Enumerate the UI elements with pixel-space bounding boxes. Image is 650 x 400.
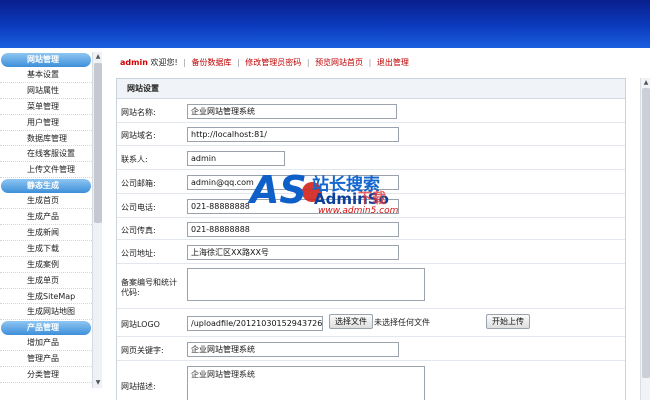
- sidebar-item-gen-sitemap[interactable]: 生成SiteMap: [0, 289, 92, 305]
- sidebar-item-gen-downloads[interactable]: 生成下载: [0, 241, 92, 257]
- keywords-label: 网页关键字:: [121, 346, 164, 355]
- top-navigation: admin 欢迎您! | 备份数据库 | 修改管理员密码 | 预览网站首页 | …: [120, 57, 409, 69]
- sidebar-menu: 网站管理 基本设置 网站属性 菜单管理 用户管理 数据库管理 在线客服设置 上传…: [0, 52, 92, 384]
- sidebar-item-user-management[interactable]: 用户管理: [0, 115, 92, 131]
- site-name-label: 网站名称:: [121, 108, 156, 117]
- backup-database-link[interactable]: 备份数据库: [191, 58, 231, 67]
- address-label: 公司地址:: [121, 249, 156, 258]
- main-scroll-thumb[interactable]: [642, 88, 650, 378]
- settings-panel: 网站设置 网站名称: 企业网站管理系统 网站域名: http://localho…: [116, 78, 626, 400]
- logo-label: 网站LOGO: [121, 320, 160, 329]
- nav-separator: |: [306, 58, 310, 67]
- sidebar-group-products[interactable]: 产品管理: [1, 321, 91, 336]
- sidebar-item-gen-products[interactable]: 生成产品: [0, 209, 92, 226]
- description-label: 网站描述:: [121, 382, 156, 391]
- watermark-mark: AS: [250, 168, 307, 212]
- icp-code-label: 备案编号和统计代码:: [121, 278, 177, 297]
- current-user: admin: [120, 58, 148, 67]
- row-site-domain: 网站域名: http://localhost:81/: [117, 123, 625, 146]
- logo-path-input[interactable]: /uploadfile/201210301529437266.png: [187, 316, 323, 331]
- choose-file-button[interactable]: 选择文件: [329, 314, 373, 329]
- row-contact: 联系人: admin: [117, 146, 625, 170]
- no-file-text: 未选择任何文件: [374, 318, 430, 327]
- sidebar-item-gen-site-map[interactable]: 生成网站地图: [0, 304, 92, 321]
- watermark-tag: 下载: [358, 191, 386, 207]
- top-banner: [0, 0, 650, 48]
- panel-title: 网站设置: [117, 79, 625, 99]
- contact-label: 联系人:: [121, 155, 148, 164]
- phone-label: 公司电话:: [121, 203, 156, 212]
- sidebar-item-add-product[interactable]: 增加产品: [0, 335, 92, 352]
- keywords-input[interactable]: 企业网站管理系统: [187, 342, 399, 357]
- fax-input[interactable]: 021-88888888: [187, 222, 399, 237]
- row-description: 网站描述: 企业网站管理系统: [117, 361, 625, 400]
- sidebar-item-manage-products[interactable]: 管理产品: [0, 351, 92, 368]
- contact-input[interactable]: admin: [187, 151, 285, 166]
- scroll-down-arrow-icon[interactable]: ▼: [94, 379, 102, 387]
- sidebar-item-menu-management[interactable]: 菜单管理: [0, 99, 92, 115]
- sidebar-item-gen-home[interactable]: 生成首页: [0, 193, 92, 210]
- start-upload-button[interactable]: 开始上传: [486, 314, 530, 329]
- sidebar-scroll-thumb[interactable]: [94, 63, 102, 223]
- sidebar-item-online-service[interactable]: 在线客服设置: [0, 146, 92, 163]
- sidebar: 网站管理 基本设置 网站属性 菜单管理 用户管理 数据库管理 在线客服设置 上传…: [0, 52, 103, 400]
- nav-separator: |: [368, 58, 372, 67]
- address-input[interactable]: 上海徐汇区XX路XX号: [187, 245, 399, 260]
- main-scrollbar[interactable]: ▲: [640, 78, 650, 400]
- logout-link[interactable]: 退出管理: [377, 58, 409, 67]
- row-site-name: 网站名称: 企业网站管理系统: [117, 100, 625, 123]
- watermark-logo: AS 站长搜索 AdminSo 下载 www.admin5.com: [250, 168, 400, 220]
- nav-separator: |: [183, 58, 186, 67]
- sidebar-group-static[interactable]: 静态生成: [1, 179, 91, 194]
- row-fax: 公司传真: 021-88888888: [117, 218, 625, 240]
- sidebar-item-gen-cases[interactable]: 生成案例: [0, 257, 92, 273]
- row-address: 公司地址: 上海徐汇区XX路XX号: [117, 240, 625, 264]
- sidebar-item-gen-news[interactable]: 生成新闻: [0, 225, 92, 241]
- sidebar-scrollbar[interactable]: ▲ ▼: [92, 52, 102, 388]
- sidebar-item-upload-files[interactable]: 上传文件管理: [0, 162, 92, 179]
- watermark-url: www.admin5.com: [318, 206, 399, 216]
- sidebar-item-category-management[interactable]: 分类管理: [0, 367, 92, 384]
- change-password-link[interactable]: 修改管理员密码: [245, 58, 301, 67]
- sidebar-group-site[interactable]: 网站管理: [1, 53, 91, 67]
- nav-separator: |: [237, 58, 240, 67]
- icp-code-textarea[interactable]: [187, 268, 425, 301]
- row-icp-code: 备案编号和统计代码:: [117, 264, 625, 309]
- sidebar-item-database-management[interactable]: 数据库管理: [0, 131, 92, 147]
- email-label: 公司邮箱:: [121, 179, 156, 188]
- welcome-text: 欢迎您!: [150, 58, 178, 67]
- row-logo: 网站LOGO /uploadfile/201210301529437266.pn…: [117, 309, 625, 337]
- row-keywords: 网页关键字: 企业网站管理系统: [117, 337, 625, 361]
- sidebar-item-site-attributes[interactable]: 网站属性: [0, 83, 92, 99]
- site-domain-input[interactable]: http://localhost:81/: [187, 127, 399, 142]
- sidebar-item-basic-settings[interactable]: 基本设置: [0, 67, 92, 83]
- preview-site-link[interactable]: 预览网站首页: [315, 58, 363, 67]
- site-domain-label: 网站域名:: [121, 131, 156, 140]
- scroll-up-arrow-icon[interactable]: ▲: [642, 79, 650, 86]
- description-textarea[interactable]: 企业网站管理系统: [187, 366, 425, 400]
- fax-label: 公司传真:: [121, 226, 156, 235]
- site-name-input[interactable]: 企业网站管理系统: [187, 104, 397, 119]
- scroll-up-arrow-icon[interactable]: ▲: [94, 53, 102, 61]
- sidebar-item-gen-pages[interactable]: 生成单页: [0, 273, 92, 289]
